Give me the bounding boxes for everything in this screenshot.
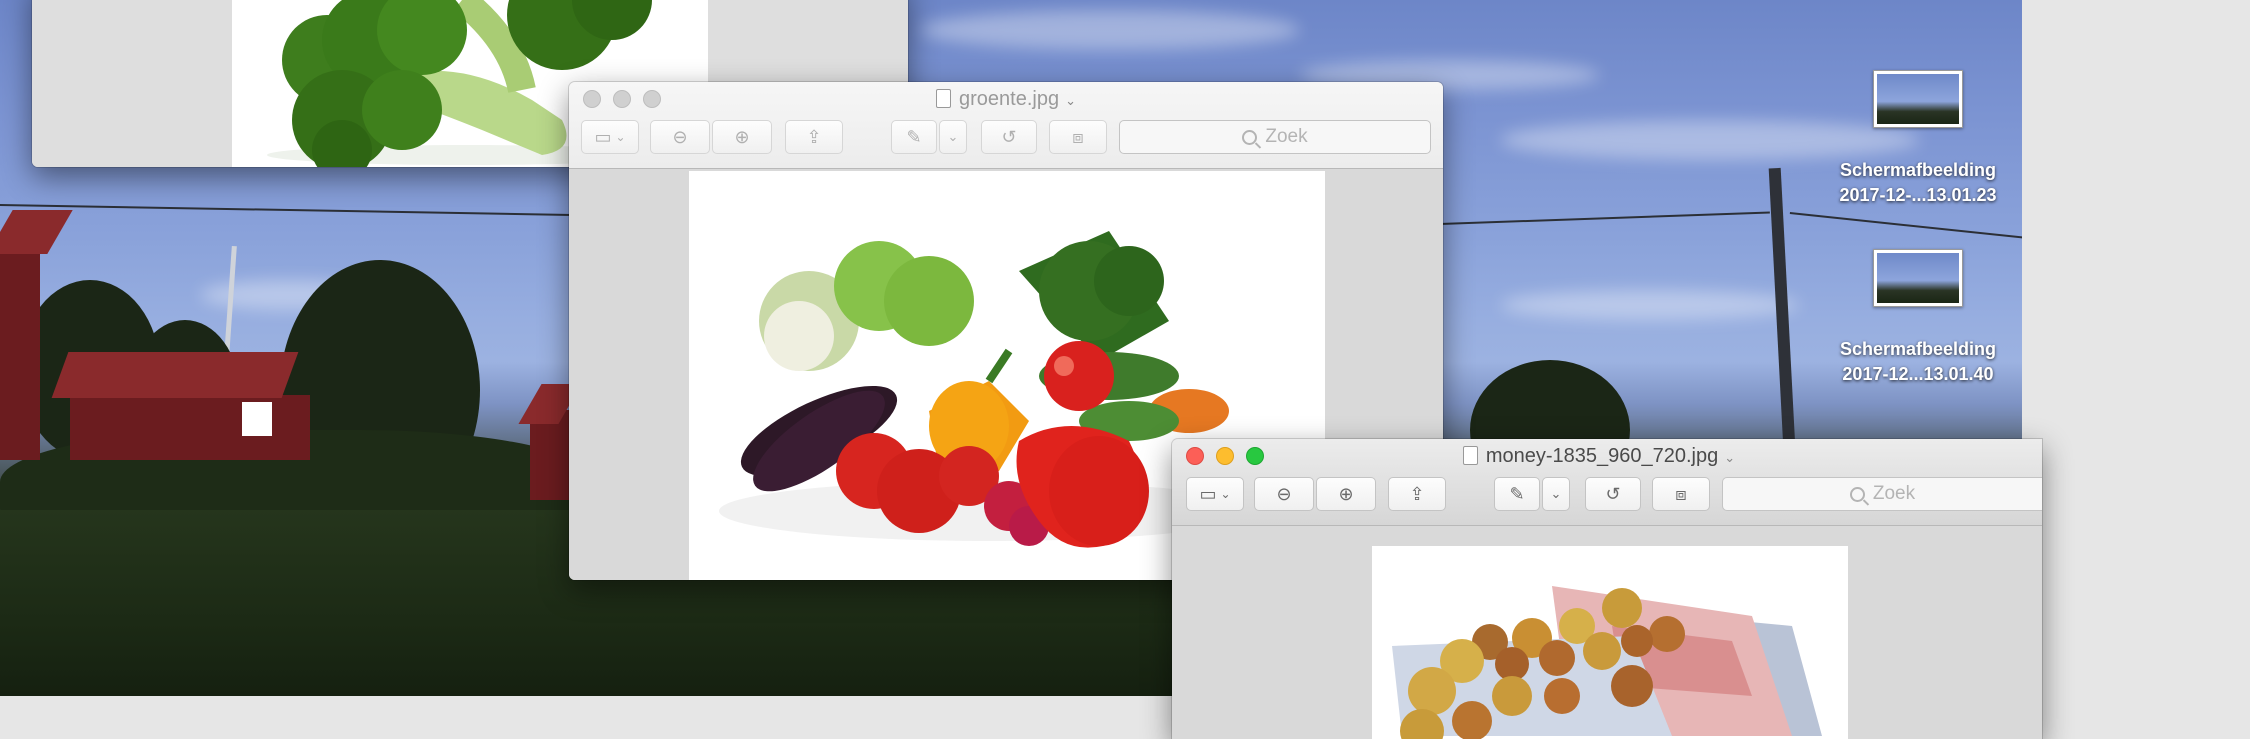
- sidebar-toggle-button[interactable]: ▭ ⌄: [581, 120, 639, 154]
- house-window: [242, 402, 272, 436]
- chevron-down-icon: ⌄: [1220, 487, 1231, 501]
- markup-pen-icon: ✎: [1509, 483, 1525, 504]
- sidebar-icon: ▭: [1199, 483, 1217, 504]
- window-title[interactable]: groente.jpg ⌄: [569, 86, 1443, 112]
- zoom-out-button[interactable]: ⊖: [650, 120, 710, 154]
- screen-margin: [2022, 0, 2250, 696]
- desktop-icon-label-line2: 2017-12...13.01.40: [1842, 364, 1994, 384]
- chevron-down-icon: ⌄: [615, 130, 626, 144]
- rotate-button[interactable]: ↺: [1585, 477, 1641, 511]
- search-field[interactable]: Zoek: [1722, 477, 2042, 511]
- toolbox-icon: ⧈: [1072, 126, 1084, 147]
- search-icon: [1242, 129, 1258, 145]
- rotate-icon: ↺: [1605, 483, 1621, 504]
- screenshot-thumbnail-icon: [1873, 249, 1963, 307]
- search-placeholder: Zoek: [1265, 126, 1308, 147]
- window-toolbar: groente.jpg ⌄ ▭ ⌄ ⊖ ⊕ ⇪ ✎ ⌄ ↺ ⧈ Zoek: [569, 82, 1443, 169]
- share-button[interactable]: ⇪: [785, 120, 843, 154]
- markup-button[interactable]: ✎: [891, 120, 937, 154]
- zoom-out-button[interactable]: ⊖: [1254, 477, 1314, 511]
- markup-menu-button[interactable]: ⌄: [939, 120, 967, 154]
- desktop-icon-label-line2: 2017-12-...13.01.23: [1839, 185, 1997, 205]
- window-title-text: money-1835_960_720.jpg: [1485, 445, 1719, 467]
- image-viewport: [1172, 526, 2042, 739]
- money-illustration: [1392, 586, 1822, 739]
- markup-pen-icon: ✎: [906, 126, 922, 147]
- zoom-in-button[interactable]: ⊕: [1316, 477, 1376, 511]
- search-placeholder: Zoek: [1872, 483, 1916, 504]
- preview-window-money[interactable]: money-1835_960_720.jpg ⌄ ▭ ⌄ ⊖ ⊕ ⇪ ✎ ⌄ ↺ ⧈…: [1172, 439, 2042, 739]
- chevron-down-icon: ⌄: [1724, 450, 1736, 465]
- zoom-out-icon: ⊖: [1276, 483, 1292, 504]
- desktop-icon-label-line1: Schermafbeelding: [1839, 160, 1997, 180]
- share-button[interactable]: ⇪: [1388, 477, 1446, 511]
- window-toolbar: money-1835_960_720.jpg ⌄ ▭ ⌄ ⊖ ⊕ ⇪ ✎ ⌄ ↺ ⧈…: [1172, 439, 2042, 526]
- desktop-icon-label-line1: Schermafbeelding: [1839, 339, 1997, 359]
- rotate-button[interactable]: ↺: [981, 120, 1037, 154]
- toolbox-button[interactable]: ⧈: [1049, 120, 1107, 154]
- toolbox-icon: ⧈: [1675, 483, 1687, 504]
- desktop-icon-screenshot-2[interactable]: Schermafbeelding 2017-12...13.01.40: [1818, 249, 2018, 387]
- document-icon: [1462, 446, 1478, 465]
- search-icon: [1849, 486, 1865, 502]
- zoom-in-icon: ⊕: [734, 126, 750, 147]
- zoom-out-icon: ⊖: [672, 126, 688, 147]
- document-icon: [936, 89, 951, 108]
- screenshot-thumbnail-icon: [1873, 70, 1963, 128]
- rotate-icon: ↺: [1001, 126, 1017, 147]
- zoom-in-icon: ⊕: [1338, 483, 1354, 504]
- markup-button[interactable]: ✎: [1494, 477, 1540, 511]
- search-field[interactable]: Zoek: [1119, 120, 1431, 154]
- desktop-icon-screenshot-1[interactable]: Schermafbeelding 2017-12-...13.01.23: [1818, 70, 2018, 208]
- share-icon: ⇪: [806, 126, 822, 147]
- share-icon: ⇪: [1409, 483, 1425, 504]
- markup-menu-button[interactable]: ⌄: [1542, 477, 1570, 511]
- chevron-down-icon: ⌄: [1065, 93, 1076, 108]
- sidebar-toggle-button[interactable]: ▭ ⌄: [1186, 477, 1244, 511]
- window-title[interactable]: money-1835_960_720.jpg ⌄: [1172, 443, 2042, 469]
- chevron-down-icon: ⌄: [1550, 486, 1562, 501]
- toolbox-button[interactable]: ⧈: [1652, 477, 1710, 511]
- chevron-down-icon: ⌄: [947, 129, 959, 144]
- money-image: [1372, 546, 1848, 739]
- sidebar-icon: ▭: [594, 126, 612, 147]
- zoom-in-button[interactable]: ⊕: [712, 120, 772, 154]
- window-title-text: groente.jpg: [959, 88, 1060, 110]
